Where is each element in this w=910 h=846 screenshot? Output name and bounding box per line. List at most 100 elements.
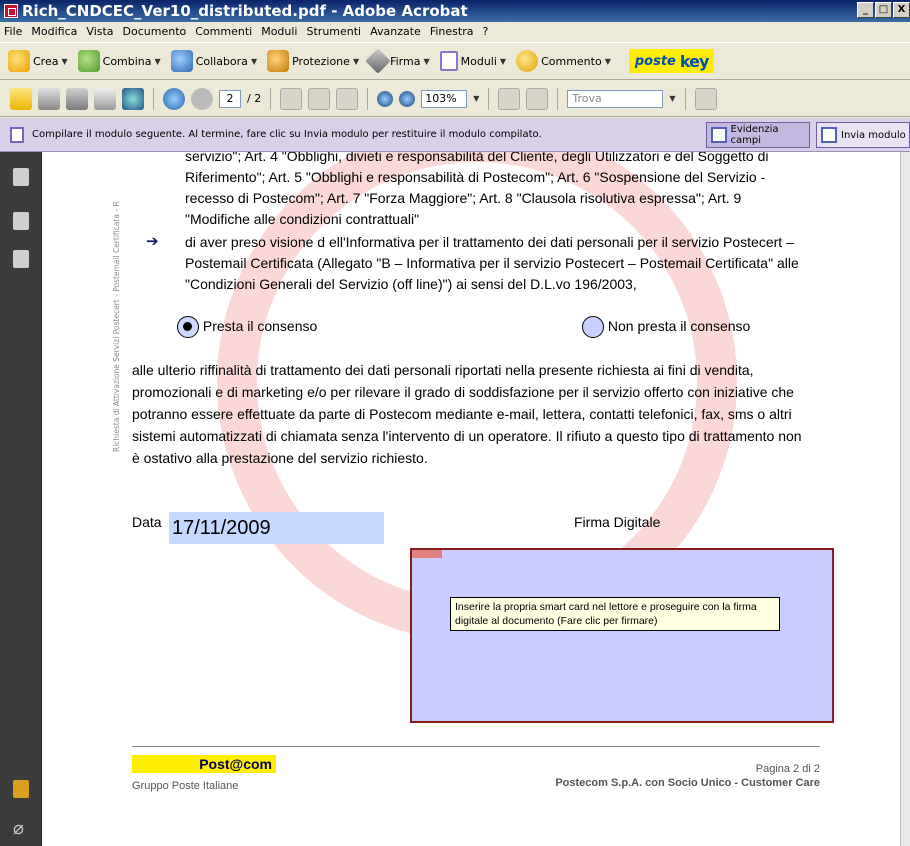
zoom-level-input[interactable]: 103% — [421, 89, 468, 108]
digital-signature-field[interactable] — [410, 548, 834, 723]
paragraph-marketing: alle ulterio riffinalità di trattamento … — [132, 359, 842, 469]
previous-page-icon[interactable] — [163, 87, 185, 110]
consent-yes-label: Presta il consenso — [202, 318, 318, 334]
menu-finestra[interactable]: Finestra — [430, 25, 474, 38]
form-icon — [10, 126, 24, 143]
consent-no-radio[interactable] — [582, 316, 604, 339]
menu-modifica[interactable]: Modifica — [31, 25, 77, 38]
comments-icon[interactable] — [13, 780, 29, 798]
text-line: recesso di Postecom"; Art. 7 "Forza Magg… — [185, 190, 742, 206]
chevron-down-icon: ▼ — [352, 56, 360, 66]
menu-bar: File Modifica Vista Documento Commenti M… — [0, 22, 910, 40]
text-line: di aver preso visione d ell'Informativa … — [185, 234, 794, 250]
menu-strumenti[interactable]: Strumenti — [307, 25, 362, 38]
menu-vista[interactable]: Vista — [86, 25, 113, 38]
protezione-button[interactable]: Protezione ▼ — [267, 50, 359, 72]
web-icon[interactable] — [122, 87, 144, 110]
firma-button[interactable]: Firma ▼ — [365, 48, 430, 74]
tasks-toolbar: Crea ▼ Combina ▼ Collabora ▼ Protezione ▼ Fi… — [0, 42, 910, 80]
menu-file[interactable]: File — [4, 25, 22, 38]
chevron-down-icon: ▼ — [499, 56, 507, 66]
send-form-label: Invia modulo — [841, 129, 906, 141]
toolbar-separator — [270, 87, 272, 110]
bookmarks-icon[interactable] — [13, 212, 29, 230]
toolbar-separator — [153, 87, 154, 110]
zoom-in-icon[interactable] — [399, 90, 416, 107]
minimize-button[interactable]: _ — [857, 2, 874, 18]
postekey-button[interactable]: poste key — [628, 49, 715, 73]
comment-icon — [516, 50, 539, 72]
consent-no-label: Non presta il consenso — [607, 318, 751, 334]
side-vertical-text: Richiesta di Attivazione Servizi Postece… — [112, 201, 121, 452]
postekey-label: poste — [634, 53, 676, 69]
close-button[interactable]: X — [893, 2, 910, 18]
vertical-scrollbar[interactable] — [900, 152, 910, 846]
select-tool-icon[interactable] — [280, 87, 303, 110]
email-icon[interactable] — [94, 87, 116, 110]
collabora-button[interactable]: Collabora ▼ — [170, 50, 258, 72]
consent-yes-option[interactable]: Presta il consenso — [177, 316, 318, 339]
toolbar-separator — [684, 87, 686, 110]
chevron-down-icon: ▼ — [604, 56, 611, 66]
text-line: promozionali e di marketing e/o per rile… — [132, 384, 794, 400]
date-field[interactable]: 17/11/2009 — [169, 512, 384, 544]
menu-help[interactable]: ? — [482, 25, 488, 38]
combine-icon — [77, 50, 100, 72]
form-message: Compilare il modulo seguente. Al termine… — [32, 129, 542, 140]
consent-yes-radio[interactable] — [177, 316, 199, 339]
highlight-pen-icon[interactable] — [694, 87, 717, 110]
hand-tool-icon[interactable] — [308, 87, 331, 110]
zoom-tool-icon[interactable] — [336, 87, 359, 110]
footer-divider — [132, 746, 820, 747]
lock-icon — [267, 50, 290, 72]
signature-tooltip: Inserire la propria smart card nel letto… — [450, 597, 780, 631]
chevron-down-icon: ▼ — [154, 56, 161, 66]
text-line: "Condizioni Generali del Servizio (off l… — [185, 276, 637, 292]
menu-avanzate[interactable]: Avanzate — [370, 25, 421, 38]
send-form-button[interactable]: Invia modulo — [816, 122, 910, 148]
menu-documento[interactable]: Documento — [123, 25, 187, 38]
attachment-icon[interactable]: ⌀ — [13, 818, 29, 839]
highlight-fields-button[interactable]: Evidenzia campi — [706, 122, 810, 148]
fit-width-icon[interactable] — [498, 87, 521, 110]
text-line: sistemi automatizzati di chiamata senza … — [132, 428, 802, 444]
chevron-down-icon[interactable]: ▼ — [473, 94, 479, 103]
combina-label: Combina — [102, 54, 152, 68]
chevron-down-icon[interactable]: ▼ — [669, 94, 675, 103]
text-line: Riferimento"; Art. 5 "Obblighi e respons… — [185, 169, 766, 185]
arrow-bullet-icon: ➔ — [146, 233, 159, 250]
postecom-logo: Post@com — [132, 755, 276, 773]
toolbar-separator — [367, 87, 369, 110]
page-total: / 2 — [247, 92, 262, 105]
zoom-out-icon[interactable] — [377, 90, 394, 107]
combina-button[interactable]: Combina ▼ — [77, 50, 161, 72]
menu-moduli[interactable]: Moduli — [261, 25, 297, 38]
postekey-logo: key — [679, 51, 709, 71]
moduli-button[interactable]: Moduli ▼ — [439, 51, 507, 71]
save-icon[interactable] — [66, 87, 88, 110]
commento-button[interactable]: Commento ▼ — [516, 50, 611, 72]
window-title: Rich_CNDCEC_Ver10_distributed.pdf - Adob… — [22, 2, 468, 20]
signatures-icon[interactable] — [13, 250, 29, 268]
chevron-down-icon: ▼ — [250, 56, 258, 66]
pages-icon[interactable] — [13, 168, 29, 186]
menu-commenti[interactable]: Commenti — [195, 25, 252, 38]
next-page-icon[interactable] — [191, 87, 213, 110]
consent-no-option[interactable]: Non presta il consenso — [582, 316, 751, 339]
text-line: servizio"; Art. 4 "Obblighi, divieti e r… — [185, 152, 769, 164]
collaborate-icon — [170, 50, 193, 72]
page-number-input[interactable]: 2 — [219, 89, 241, 108]
toolbar-separator — [557, 87, 559, 110]
protezione-label: Protezione — [292, 54, 350, 68]
maximize-button[interactable]: □ — [875, 2, 892, 18]
open-folder-icon[interactable] — [10, 87, 32, 110]
full-screen-icon[interactable] — [526, 87, 549, 110]
crea-button[interactable]: Crea ▼ — [8, 50, 68, 72]
print-icon[interactable] — [38, 87, 60, 110]
send-form-icon — [821, 127, 837, 143]
find-input[interactable]: Trova — [567, 89, 664, 108]
crea-label: Crea — [33, 54, 59, 68]
text-line: alle ulterio riffinalità di trattamento … — [132, 362, 754, 378]
highlight-fields-icon — [711, 127, 727, 143]
file-toolbar: 2 / 2 103% ▼ Trova ▼ — [0, 81, 910, 117]
